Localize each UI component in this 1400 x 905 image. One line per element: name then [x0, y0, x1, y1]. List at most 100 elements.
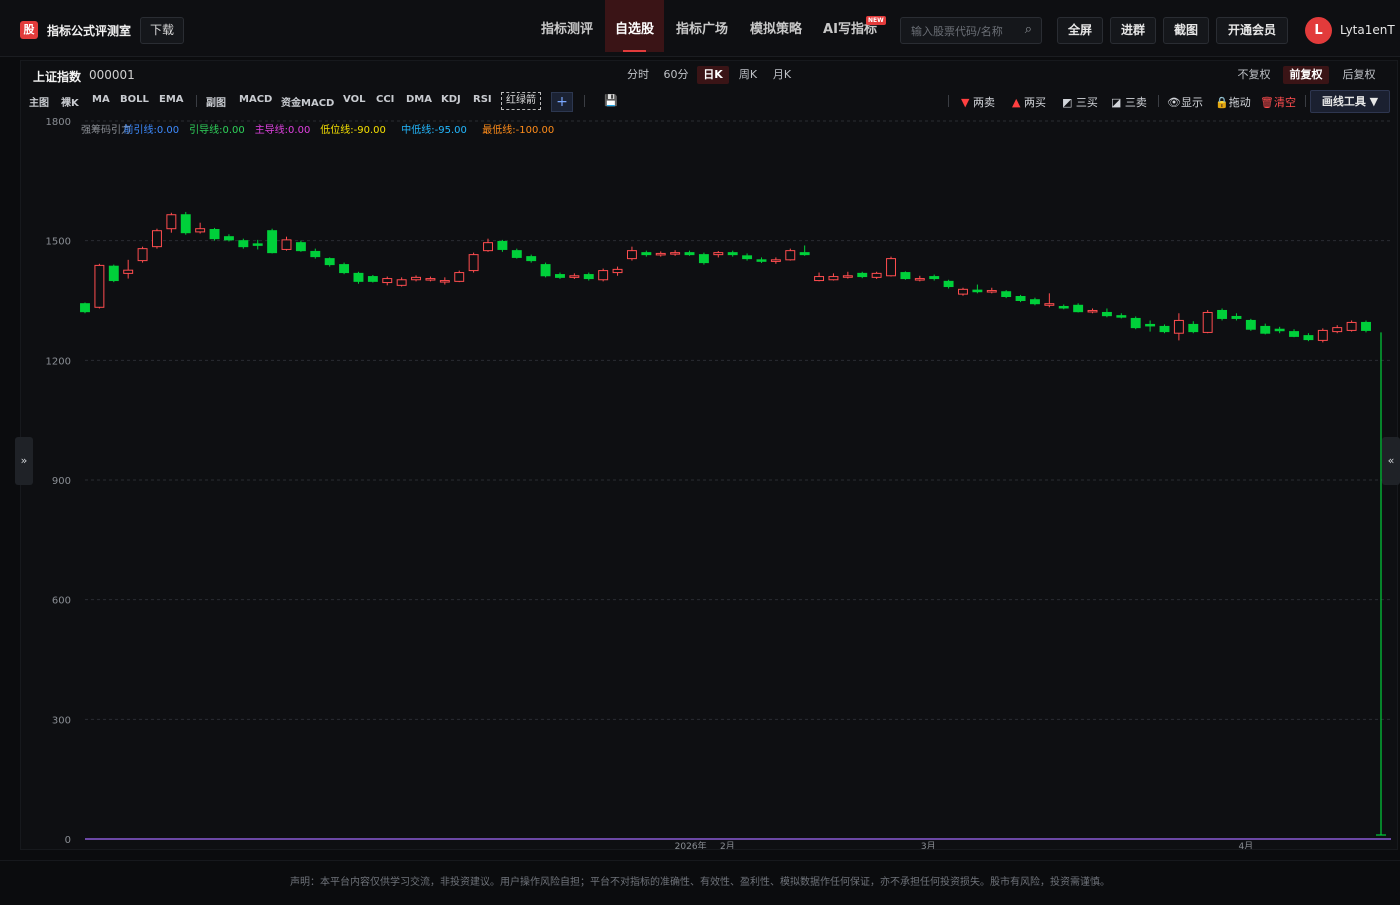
candle-body — [1346, 321, 1357, 331]
indicator-naked-k[interactable]: 裸K — [61, 94, 79, 109]
y-tick-label: 900 — [52, 476, 71, 487]
username[interactable]: Lyta1enT — [1340, 23, 1395, 37]
candle-body — [80, 303, 90, 313]
candle-body — [814, 276, 825, 282]
x-tick-label: 4月 — [1238, 841, 1253, 849]
add-indicator-button[interactable]: + — [551, 92, 573, 112]
adjust-forward[interactable]: 前复权 — [1283, 66, 1329, 84]
candle-body — [1101, 311, 1112, 317]
candle-body — [94, 264, 105, 308]
search-icon[interactable]: ⌕ — [1025, 22, 1032, 37]
period-daily[interactable]: 日K — [697, 66, 729, 84]
expand-right-button[interactable]: « — [1382, 437, 1400, 485]
candle-body — [598, 270, 609, 281]
indicator-ema[interactable]: EMA — [159, 94, 184, 105]
nav-watchlist[interactable]: 自选股 — [605, 0, 664, 52]
tool-label: 两买 — [1023, 96, 1046, 109]
indicator-fund-macd[interactable]: 资金MACD — [281, 94, 334, 109]
indicator-vol[interactable]: VOL — [343, 94, 365, 105]
candle-body — [267, 230, 278, 254]
candle-body — [209, 228, 220, 240]
three-sell-icon: ◪ — [1111, 96, 1122, 109]
fullscreen-button[interactable]: 全屏 — [1057, 17, 1103, 44]
tool-show[interactable]: 👁显示 — [1167, 94, 1203, 110]
kline-chart[interactable]: 1800 1500 1200 900 600 300 0 2026年 2月 3月 4月 强筹码引力 前引… — [21, 113, 1397, 852]
lock-icon: 🔒 — [1215, 96, 1229, 109]
indicator-macd[interactable]: MACD — [239, 94, 272, 105]
candle-body — [137, 248, 148, 262]
screenshot-button[interactable]: 截图 — [1163, 17, 1209, 44]
candle-body — [1001, 291, 1012, 298]
period-weekly[interactable]: 周K — [732, 66, 764, 84]
period-monthly[interactable]: 月K — [766, 66, 798, 84]
main-chart-label: 主图 — [29, 98, 49, 109]
nav-sim-strategy[interactable]: 模拟策略 — [740, 0, 812, 52]
tool-label: 三卖 — [1124, 96, 1147, 109]
tool-three-buy[interactable]: ◩ 三买 — [1062, 94, 1098, 110]
tool-two-buy[interactable]: ▲ 两买 — [1012, 94, 1046, 110]
candle-body — [166, 214, 177, 230]
candle-body — [713, 252, 724, 256]
candle-body — [382, 278, 393, 284]
indicator-kdj[interactable]: KDJ — [441, 94, 461, 105]
tool-three-sell[interactable]: ◪ 三卖 — [1111, 94, 1147, 110]
candle-body — [468, 254, 479, 272]
adjust-backward[interactable]: 后复权 — [1336, 66, 1382, 84]
avatar[interactable]: L — [1305, 17, 1332, 44]
download-button[interactable]: 下载 — [140, 17, 184, 44]
app-brand[interactable]: 指标公式评测室 — [47, 22, 131, 39]
candle-body — [986, 290, 997, 293]
candle-body — [857, 272, 868, 278]
nav-indicator-plaza[interactable]: 指标广场 — [666, 0, 738, 52]
expand-left-button[interactable]: » — [15, 437, 33, 485]
three-buy-icon: ◩ — [1062, 96, 1073, 109]
indicator-ma[interactable]: MA — [92, 94, 110, 105]
nav-ai-indicator[interactable]: AI写指标 — [814, 0, 886, 52]
period-60m[interactable]: 60分 — [660, 66, 692, 84]
draw-tools-dropdown[interactable]: 画线工具 ▼ — [1310, 90, 1390, 113]
x-tick-label: 2月 — [720, 841, 735, 849]
candle-body — [626, 250, 637, 260]
indicator-boll[interactable]: BOLL — [120, 94, 149, 105]
stock-search[interactable]: ⌕ — [900, 17, 1042, 45]
indicator-dma[interactable]: DMA — [406, 94, 432, 105]
stock-search-input[interactable] — [909, 18, 1021, 45]
kline-chart-svg[interactable]: 18001500120090060030002026年 2月 3月 4月强筹码引力前引… — [21, 113, 1397, 852]
candle-body — [641, 252, 652, 256]
save-icon[interactable]: 💾 — [604, 94, 618, 107]
candle-body — [540, 264, 551, 277]
candle-body — [655, 252, 666, 256]
candle-body — [871, 272, 882, 278]
candle-body — [770, 259, 781, 262]
adjust-none[interactable]: 不复权 — [1232, 66, 1276, 84]
tool-clear[interactable]: 🗑清空 — [1260, 94, 1296, 110]
join-group-button[interactable]: 进群 — [1110, 17, 1156, 44]
candle-body — [670, 252, 681, 255]
app-logo-icon[interactable]: 股 — [20, 21, 38, 39]
red-green-arrow-indicator[interactable]: 红绿箭 — [501, 92, 541, 110]
candle-body — [828, 276, 839, 281]
candle-body — [698, 254, 709, 264]
indicator-rsi[interactable]: RSI — [473, 94, 492, 105]
candle-body — [324, 258, 335, 266]
candle-body — [914, 278, 925, 281]
tool-drag[interactable]: 🔒拖动 — [1215, 94, 1251, 110]
candle-body — [223, 236, 234, 241]
vip-button[interactable]: 开通会员 — [1216, 17, 1288, 44]
legend-item: 主导线:0.00 — [255, 123, 311, 136]
candle-body — [929, 276, 940, 280]
tool-label: 拖动 — [1228, 96, 1251, 109]
divider — [196, 95, 197, 107]
y-tick-label: 1200 — [46, 356, 71, 367]
y-tick-label: 300 — [52, 715, 71, 726]
nav-indicator-review[interactable]: 指标测评 — [530, 0, 604, 52]
candle-body — [367, 276, 378, 282]
indicator-cci[interactable]: CCI — [376, 94, 394, 105]
candle-body — [353, 272, 364, 282]
candle-body — [583, 274, 594, 280]
period-tick[interactable]: 分时 — [622, 66, 654, 84]
tool-two-sell[interactable]: ▼ 两卖 — [961, 94, 995, 110]
candle-body — [972, 289, 983, 293]
legend-item: 中低线:-95.00 — [401, 123, 467, 136]
y-tick-label: 0 — [65, 835, 71, 846]
